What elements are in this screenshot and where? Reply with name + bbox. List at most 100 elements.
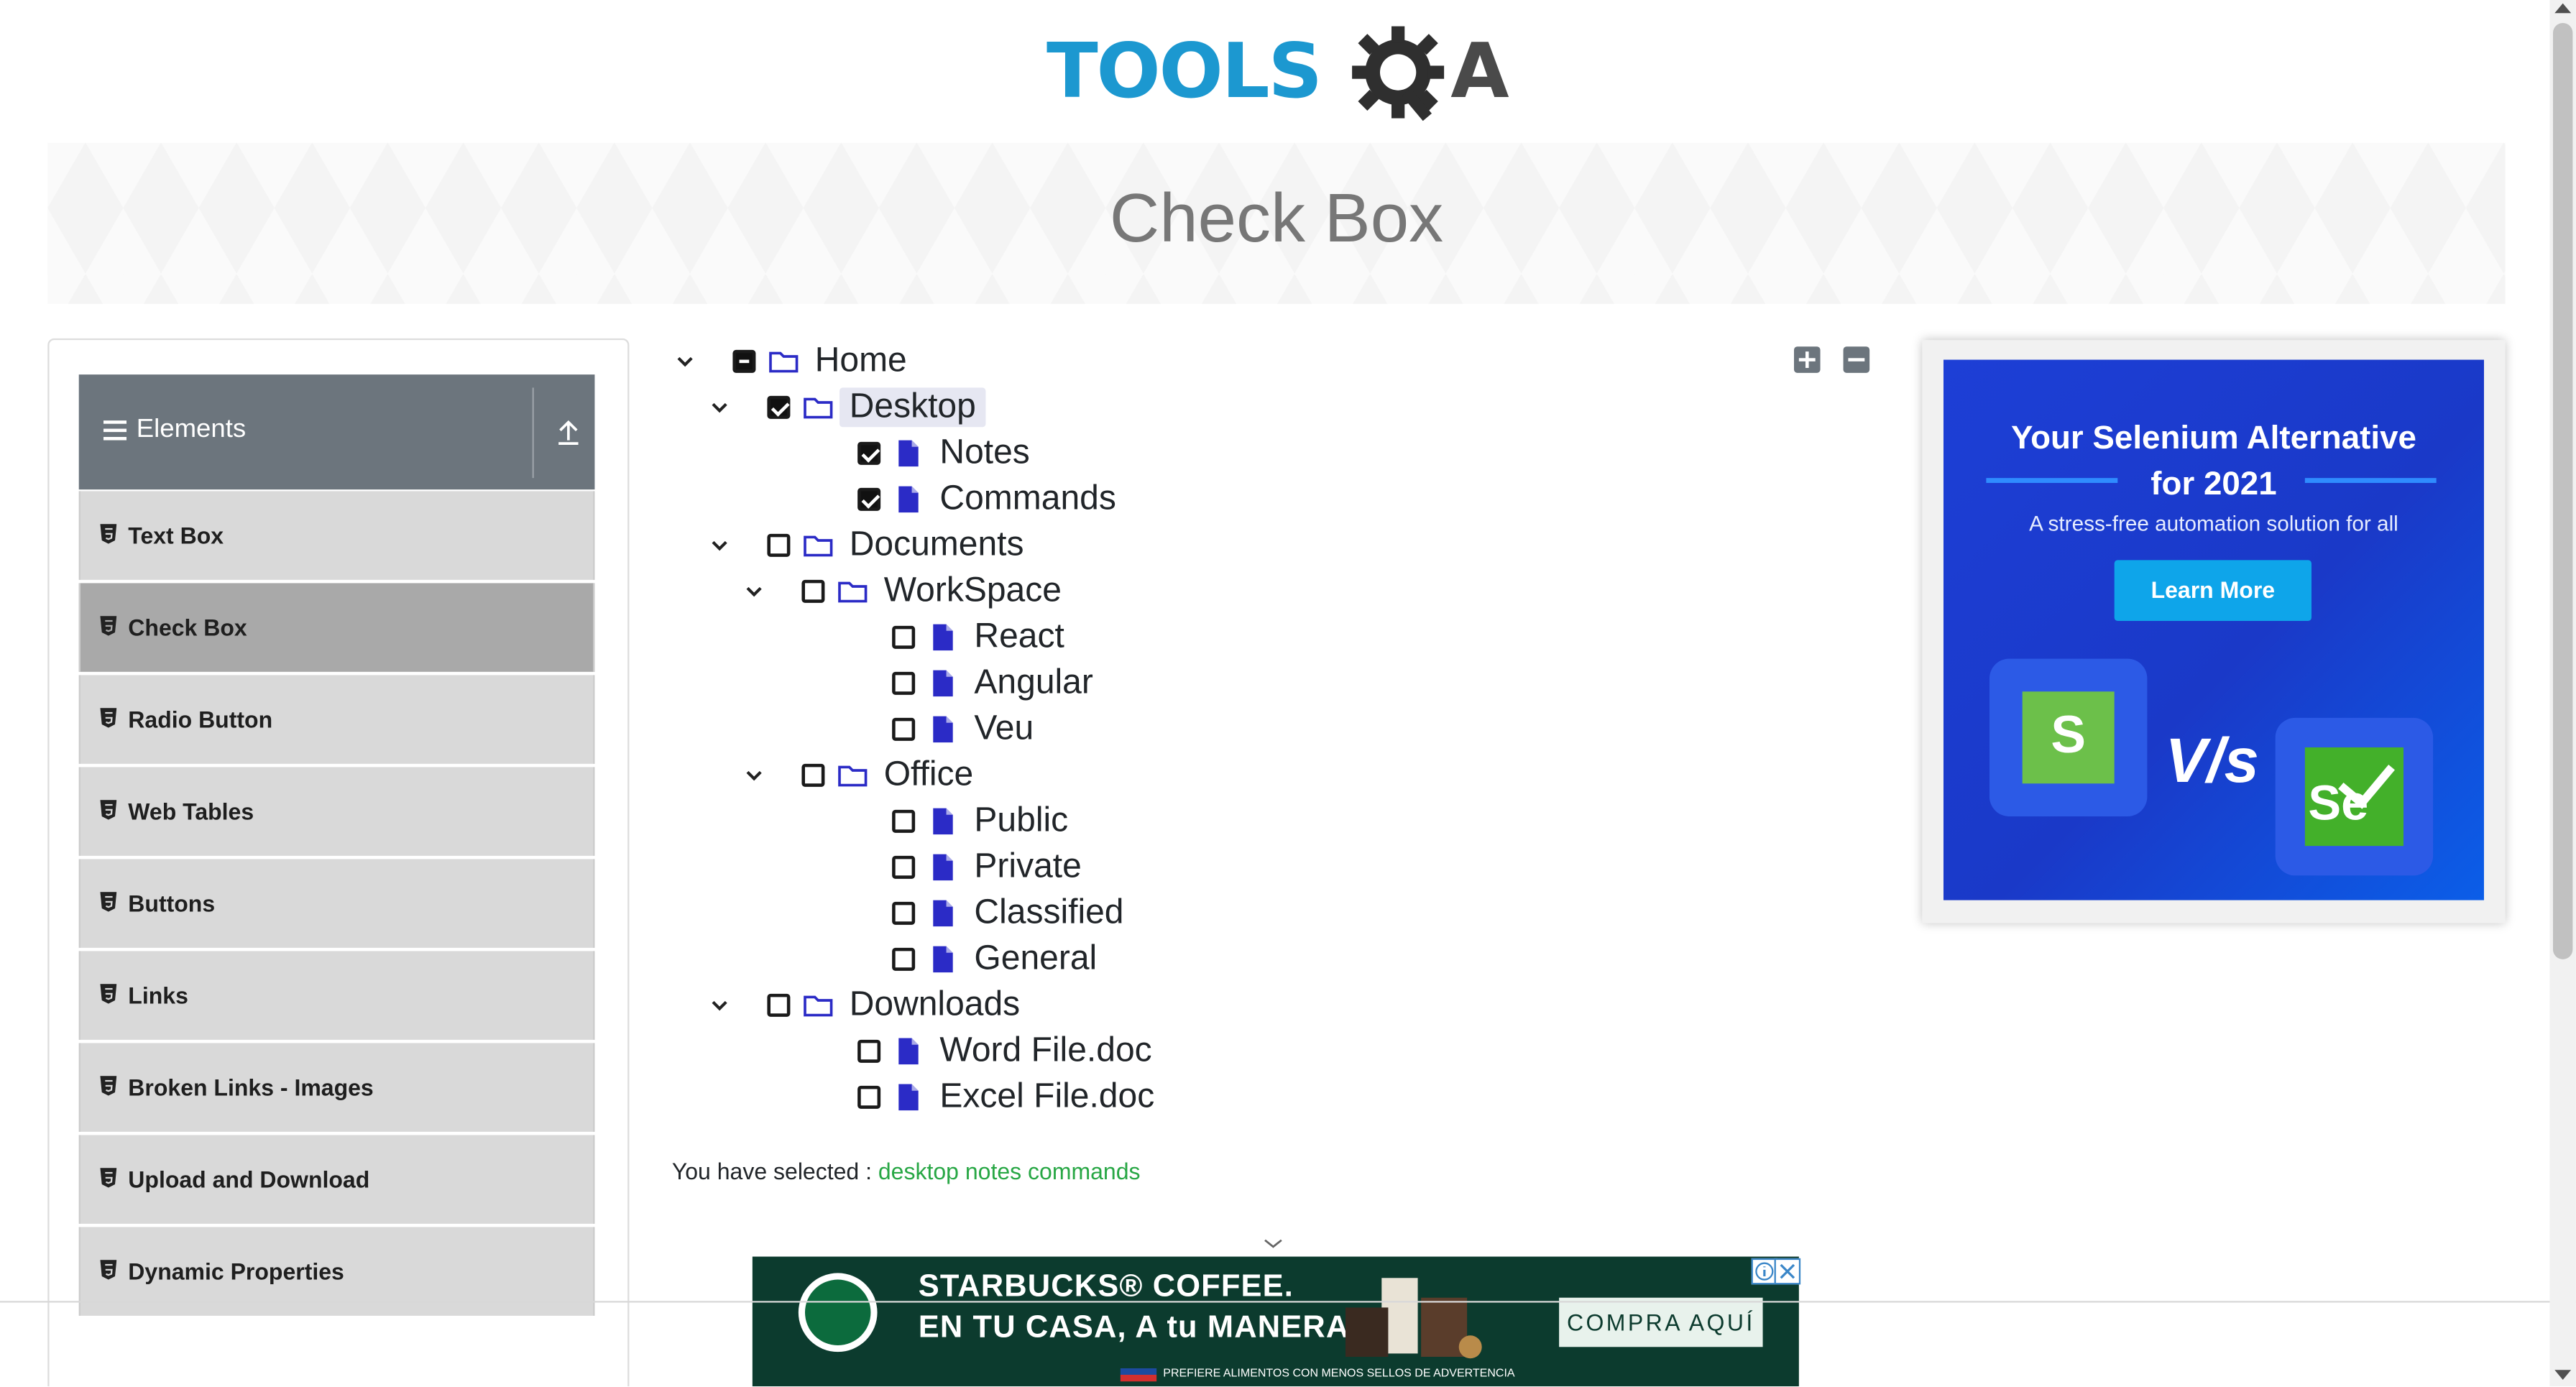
tree-node-label[interactable]: General: [974, 939, 1097, 979]
chevron-down-icon[interactable]: [708, 994, 731, 1017]
starbucks-logo-icon: [798, 1273, 878, 1353]
tree-checkbox[interactable]: [892, 809, 916, 833]
logo-text: TOOLS: [1046, 26, 1322, 115]
sidebar-item-label: Links: [128, 982, 188, 1009]
expand-all-button[interactable]: [1793, 346, 1821, 373]
tree-node-label[interactable]: Private: [974, 847, 1081, 887]
learn-more-button[interactable]: Learn More: [2114, 560, 2312, 621]
tree-checkbox[interactable]: [892, 625, 916, 649]
tree-checkbox[interactable]: [767, 533, 791, 557]
chevron-down-icon[interactable]: [708, 396, 731, 419]
tree-checkbox[interactable]: [857, 1085, 881, 1109]
tree-checkbox[interactable]: [892, 717, 916, 741]
folder-icon: [804, 995, 833, 1017]
chevron-down-icon[interactable]: [1261, 1235, 1284, 1252]
collapse-all-button[interactable]: [1843, 346, 1870, 373]
sidebar-item-broken-links-images[interactable]: Broken Links - Images: [78, 1043, 595, 1132]
tree-checkbox[interactable]: [767, 993, 791, 1017]
sidebar-item-label: Buttons: [128, 890, 216, 917]
selenium-alternative-ad[interactable]: Your Selenium Alternative for 2021 A str…: [1943, 359, 2484, 900]
sidebar-item-text-box[interactable]: Text Box: [78, 491, 595, 580]
sidebar-item-buttons[interactable]: Buttons: [78, 859, 595, 948]
tree-node-label[interactable]: Documents: [850, 525, 1024, 565]
sidebar-item-radio-button[interactable]: Radio Button: [78, 675, 595, 764]
chevron-down-icon[interactable]: [742, 764, 765, 787]
file-icon: [933, 854, 953, 881]
tree-node-label[interactable]: Angular: [974, 663, 1092, 703]
toolsqa-logo[interactable]: TOOLS A: [1046, 19, 1510, 128]
sidebar-item-web-tables[interactable]: Web Tables: [78, 767, 595, 856]
coffee-products-image: [1345, 1278, 1482, 1359]
scrollbar-thumb[interactable]: [2552, 22, 2573, 959]
tree-node-label[interactable]: Home: [815, 341, 907, 381]
chevron-down-icon[interactable]: [673, 350, 696, 373]
tree-checkbox[interactable]: [857, 1039, 881, 1063]
sidebar-item-label: Radio Button: [128, 706, 273, 733]
file-icon: [933, 808, 953, 835]
scroll-down-arrow-icon[interactable]: [2554, 1370, 2572, 1380]
sidebar-item-upload-and-download[interactable]: Upload and Download: [78, 1135, 595, 1224]
ad-subtitle: A stress-free automation solution for al…: [2029, 510, 2398, 536]
s-logo-card: S: [1989, 658, 2148, 816]
buy-here-button[interactable]: COMPRA AQUÍ: [1559, 1297, 1763, 1347]
page: TOOLS A Check Box Elements Text Box Chec…: [0, 0, 2576, 1387]
folder-icon: [838, 765, 868, 787]
starbucks-ad[interactable]: STARBUCKS® COFFEE. EN TU CASA, A tu MANE…: [752, 1256, 1799, 1387]
tree-checkbox[interactable]: [767, 395, 791, 419]
chevron-down-icon[interactable]: [742, 580, 765, 603]
sidebar-item-label: Broken Links - Images: [128, 1074, 374, 1101]
tree-node-label[interactable]: Office: [884, 755, 973, 795]
sidebar-item-links[interactable]: Links: [78, 951, 595, 1040]
tree-node-label[interactable]: WorkSpace: [884, 571, 1062, 611]
folder-icon: [804, 535, 833, 557]
folder-icon: [804, 397, 833, 419]
tree-node-label[interactable]: Excel File.doc: [939, 1077, 1154, 1117]
result-values: desktop notes commands: [878, 1158, 1141, 1184]
html5-icon: [100, 1076, 117, 1096]
html5-icon: [100, 1168, 117, 1188]
tree-node-label[interactable]: React: [974, 617, 1064, 657]
decor-line: [1986, 478, 2118, 483]
file-icon: [898, 486, 919, 513]
sidebar-item-check-box[interactable]: Check Box: [78, 583, 595, 672]
html5-icon: [100, 1260, 117, 1280]
tree-node-label[interactable]: Desktop: [839, 387, 986, 428]
tree-checkbox[interactable]: [857, 441, 881, 465]
hamburger-icon: [103, 420, 126, 445]
logo-suffix: A: [1450, 26, 1509, 115]
tree-checkbox[interactable]: [801, 763, 825, 787]
tree-node-label[interactable]: Notes: [939, 433, 1029, 473]
tree-checkbox[interactable]: [892, 947, 916, 971]
minus-square-icon: [1848, 358, 1865, 361]
chevron-down-icon[interactable]: [708, 534, 731, 557]
elements-group-header[interactable]: Elements: [78, 374, 595, 490]
html5-icon: [100, 892, 117, 912]
tree-checkbox[interactable]: [892, 901, 916, 925]
html5-icon: [100, 524, 117, 544]
gear-icon: [1352, 26, 1445, 121]
tree-node-label[interactable]: Classified: [974, 893, 1123, 933]
tree-node-label[interactable]: Commands: [939, 479, 1116, 519]
tree-checkbox[interactable]: [801, 579, 825, 603]
page-title: Check Box: [1109, 179, 1444, 257]
tree-checkbox[interactable]: [892, 671, 916, 695]
tree-node-label[interactable]: Word File.doc: [939, 1031, 1151, 1071]
tree-checkbox[interactable]: [732, 349, 756, 373]
file-icon: [898, 440, 919, 467]
sidebar-item-label: Check Box: [128, 614, 247, 641]
html5-icon: [100, 616, 117, 636]
sidebar-item-label: Web Tables: [128, 798, 254, 825]
decor-line: [2304, 478, 2437, 483]
tree-node-label[interactable]: Veu: [974, 709, 1034, 749]
collapse-arrow-icon[interactable]: [556, 415, 582, 448]
ad-headline-2: EN TU CASA, A tu MANERA: [918, 1310, 1350, 1345]
tree-node-label[interactable]: Downloads: [850, 985, 1020, 1025]
flag-icon: [1120, 1368, 1157, 1382]
file-icon: [933, 900, 953, 927]
tree-checkbox[interactable]: [892, 855, 916, 879]
tree-checkbox[interactable]: [857, 487, 881, 511]
tree-node-label[interactable]: Public: [974, 801, 1068, 841]
group-title: Elements: [136, 415, 247, 444]
ad-close-icon[interactable]: [1774, 1258, 1801, 1285]
scroll-up-arrow-icon[interactable]: [2554, 3, 2572, 14]
